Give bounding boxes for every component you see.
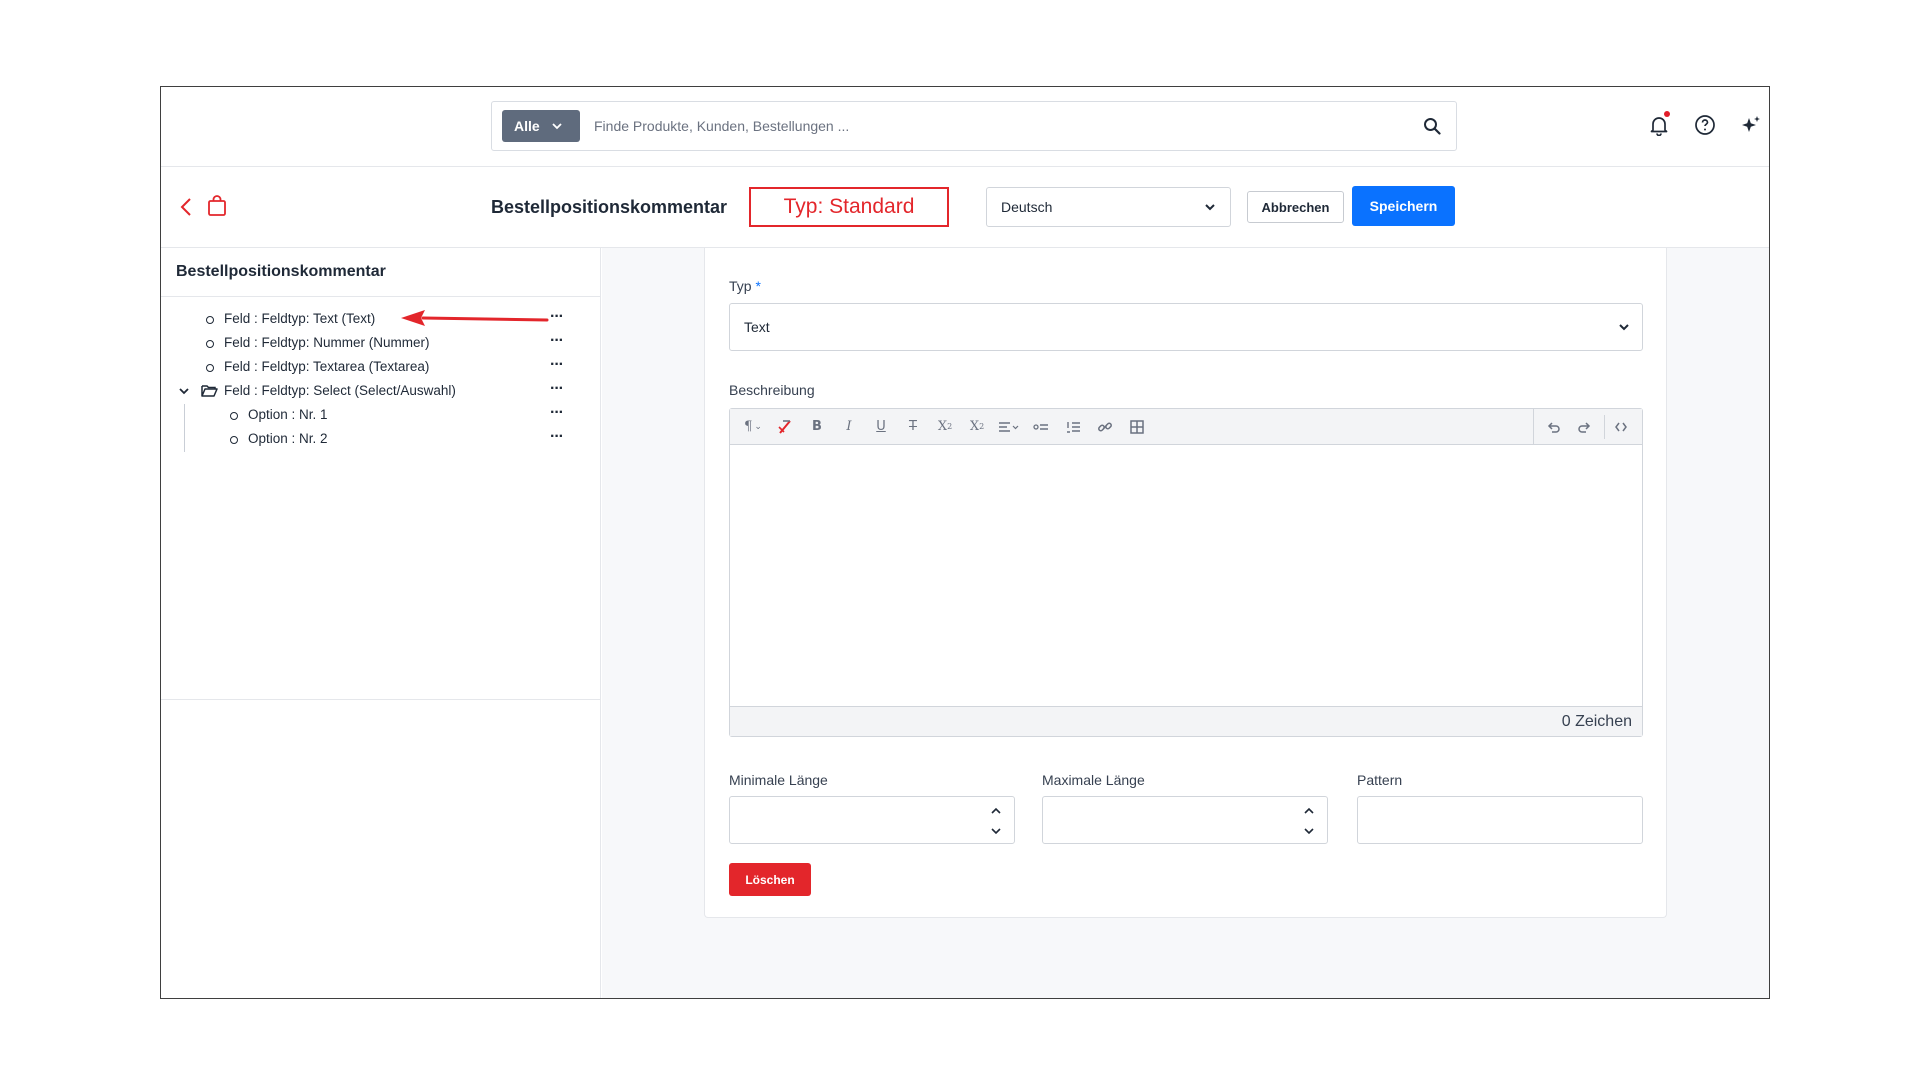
ordered-list-icon[interactable] (1060, 415, 1086, 439)
character-counter: 0 Zeichen (730, 706, 1642, 736)
pattern-input[interactable] (1357, 796, 1643, 844)
more-options-icon[interactable]: ··· (550, 356, 564, 374)
tree-guide-line (184, 404, 185, 452)
chevron-down-icon (1619, 324, 1629, 331)
pattern-label: Pattern (1357, 772, 1403, 788)
search-scope-dropdown[interactable]: Alle (502, 110, 580, 142)
tree-item-label: Option : Nr. 1 (248, 407, 328, 422)
type-select[interactable]: Text (729, 303, 1643, 351)
bell-icon[interactable] (1647, 111, 1671, 137)
subscript-icon[interactable]: X2 (964, 415, 990, 439)
italic-icon[interactable]: I (836, 415, 862, 439)
strikethrough-icon[interactable]: T (900, 415, 926, 439)
search-input[interactable] (594, 102, 1394, 150)
tree-item-label: Feld : Feldtyp: Select (Select/Auswahl) (224, 383, 456, 398)
sparkle-icon[interactable] (1739, 113, 1763, 137)
help-icon[interactable] (1693, 113, 1717, 137)
cancel-button[interactable]: Abbrechen (1247, 191, 1344, 223)
max-length-label: Maximale Länge (1042, 772, 1145, 788)
editor-toolbar-right (1533, 409, 1642, 444)
more-options-icon[interactable]: ··· (550, 308, 564, 326)
search-icon[interactable] (1422, 116, 1442, 136)
more-options-icon[interactable]: ··· (550, 380, 564, 398)
divider (161, 296, 600, 297)
delete-button[interactable]: Löschen (729, 863, 811, 896)
chevron-down-icon (552, 122, 562, 129)
search-scope-label: Alle (514, 118, 540, 134)
more-options-icon[interactable]: ··· (550, 428, 564, 446)
source-code-icon[interactable] (1604, 414, 1630, 439)
redo-icon[interactable] (1572, 415, 1598, 439)
field-form-card: Typ * Text Beschreibung ¶ ⌄ B I U T X 2 … (704, 248, 1667, 918)
type-label-text: Typ (729, 278, 752, 294)
save-button[interactable]: Speichern (1352, 186, 1455, 226)
folder-open-icon (201, 385, 218, 397)
page-title: Bestellpositionskommentar (491, 197, 728, 217)
min-length-input[interactable] (729, 796, 1015, 844)
tree-item-label: Feld : Feldtyp: Nummer (Nummer) (224, 335, 430, 350)
editor-toolbar: ¶ ⌄ B I U T X2 X2 (730, 409, 1642, 445)
tree-title: Bestellpositionskommentar (176, 263, 386, 280)
tree-item-label: Feld : Feldtyp: Textarea (Textarea) (224, 359, 430, 374)
type-select-value: Text (744, 319, 770, 335)
more-options-icon[interactable]: ··· (550, 332, 564, 350)
page-header: Bestellpositionskommentar Typ: Standard … (161, 167, 1769, 248)
bold-icon[interactable]: B (804, 415, 830, 439)
editor-content-area[interactable] (730, 445, 1642, 707)
tree-item-label: Feld : Feldtyp: Text (Text) (224, 311, 376, 326)
top-bar: Alle (161, 87, 1769, 167)
required-marker: * (755, 278, 761, 294)
main-content: Typ * Text Beschreibung ¶ ⌄ B I U T X 2 … (602, 248, 1769, 998)
superscript-icon[interactable]: X2 (932, 415, 958, 439)
bullet-icon (206, 340, 214, 348)
bullet-icon (206, 316, 214, 324)
app-window: Alle Bestellpositionskommentar Typ: Stan… (160, 86, 1770, 999)
type-annotation: Typ: Standard (749, 187, 949, 227)
shopping-bag-icon (208, 195, 226, 216)
undo-icon[interactable] (1540, 415, 1566, 439)
min-length-label: Minimale Länge (729, 772, 828, 788)
chevron-down-icon[interactable] (178, 385, 190, 397)
table-icon[interactable] (1124, 415, 1150, 439)
description-label: Beschreibung (729, 382, 815, 398)
more-options-icon[interactable]: ··· (550, 404, 564, 422)
stepper-icon[interactable] (990, 805, 1002, 837)
type-label: Typ * (729, 278, 761, 294)
underline-icon[interactable]: U (868, 415, 894, 439)
align-icon[interactable] (996, 415, 1022, 439)
top-icons (1647, 111, 1769, 141)
stepper-icon[interactable] (1303, 805, 1315, 837)
chevron-down-icon (1205, 204, 1215, 211)
max-length-input[interactable] (1042, 796, 1328, 844)
global-search: Alle (491, 101, 1457, 151)
language-select[interactable]: Deutsch (986, 187, 1231, 227)
annotation-arrow-icon (401, 310, 549, 326)
language-select-value: Deutsch (1001, 199, 1053, 215)
bullet-icon (206, 364, 214, 372)
tree-item-label: Option : Nr. 2 (248, 431, 328, 446)
back-arrow-icon[interactable] (179, 197, 193, 217)
notification-dot (1664, 111, 1670, 117)
bullet-icon (230, 412, 238, 420)
bullet-icon (230, 436, 238, 444)
paragraph-format-icon[interactable]: ¶ ⌄ (740, 415, 766, 439)
link-icon[interactable] (1092, 415, 1118, 439)
clear-format-icon[interactable] (772, 415, 798, 439)
unordered-list-icon[interactable] (1028, 415, 1054, 439)
rich-text-editor: ¶ ⌄ B I U T X2 X2 0 Zeichen (729, 408, 1643, 737)
